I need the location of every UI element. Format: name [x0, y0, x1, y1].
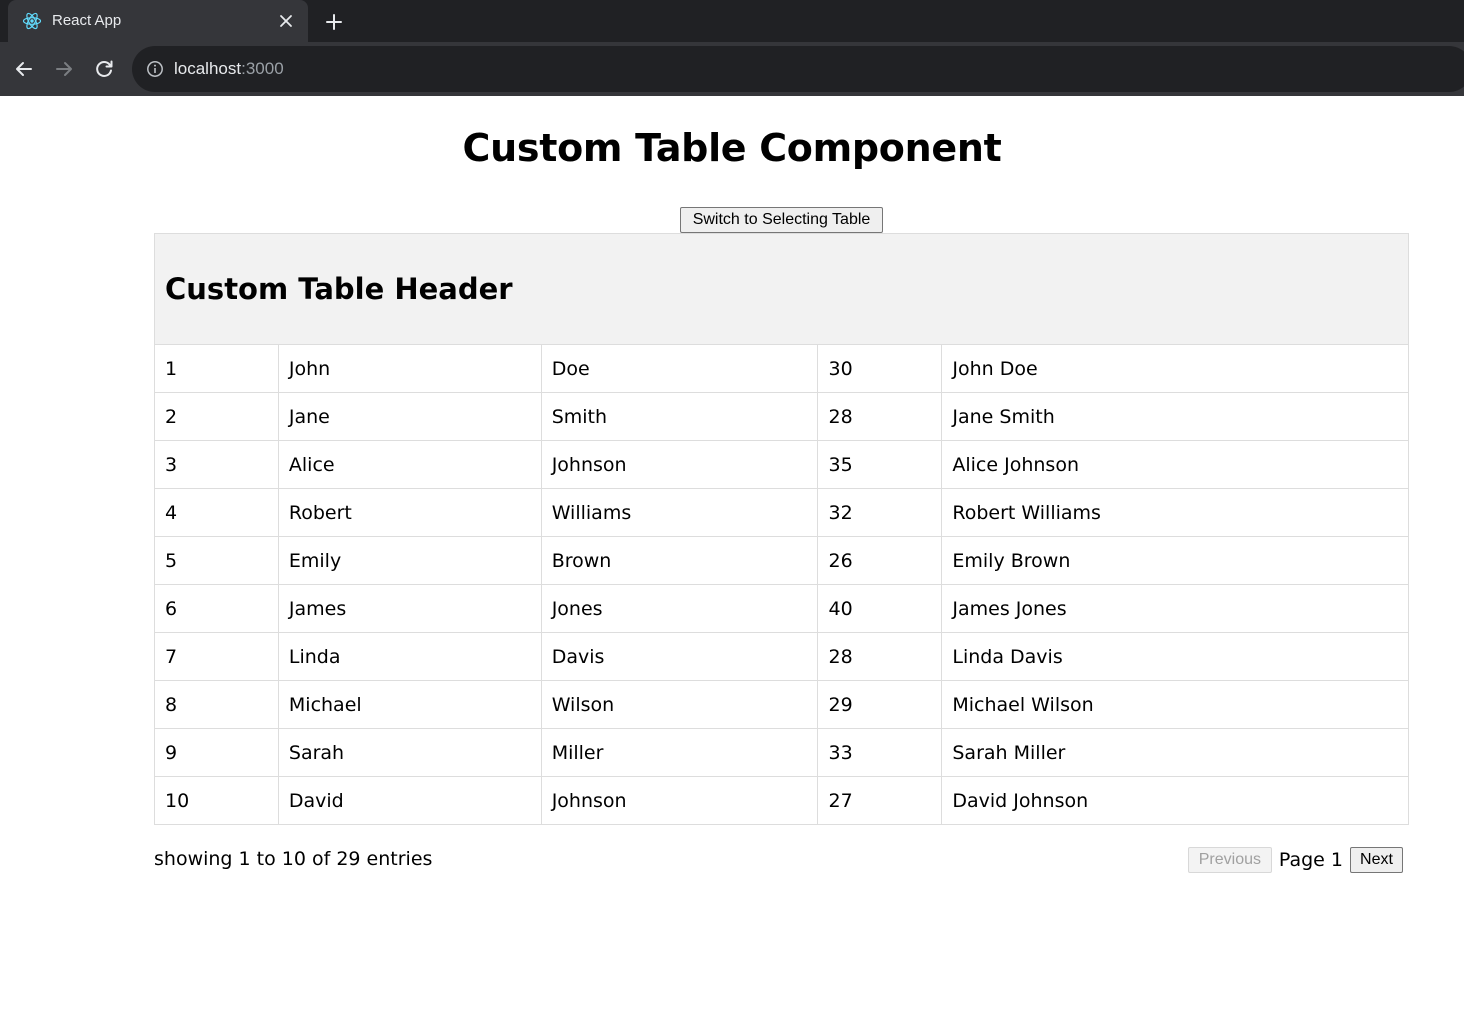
- table-row[interactable]: 4 Robert Williams 32 Robert Williams: [154, 488, 1409, 537]
- cell-full-name: Alice Johnson: [941, 440, 1409, 489]
- cell-last-name: Jones: [540, 584, 819, 633]
- cell-full-name: David Johnson: [941, 776, 1409, 825]
- cell-first-name: John: [277, 344, 542, 393]
- address-bar[interactable]: localhost:3000: [132, 46, 1464, 92]
- page-indicator: Page 1: [1278, 848, 1343, 871]
- browser-tab[interactable]: React App: [8, 0, 308, 42]
- tab-title: React App: [52, 12, 122, 29]
- cell-first-name: Alice: [277, 440, 542, 489]
- cell-first-name: James: [277, 584, 542, 633]
- url-port: :3000: [241, 59, 284, 78]
- browser-tab-bar: React App: [0, 0, 1464, 42]
- custom-table: Custom Table Header 1 John Doe 30 John D…: [154, 233, 1409, 825]
- cell-first-name: Emily: [277, 536, 542, 585]
- table-row[interactable]: 7 Linda Davis 28 Linda Davis: [154, 632, 1409, 681]
- cell-full-name: John Doe: [941, 344, 1409, 393]
- table-row[interactable]: 2 Jane Smith 28 Jane Smith: [154, 392, 1409, 441]
- cell-full-name: Jane Smith: [941, 392, 1409, 441]
- cell-age: 40: [817, 584, 943, 633]
- switch-table-button[interactable]: Switch to Selecting Table: [680, 207, 883, 233]
- cell-last-name: Davis: [540, 632, 819, 681]
- cell-id: 5: [154, 536, 279, 585]
- cell-age: 28: [817, 392, 943, 441]
- entries-info: showing 1 to 10 of 29 entries: [154, 848, 433, 870]
- reload-icon[interactable]: [92, 57, 116, 81]
- table-body: 1 John Doe 30 John Doe 2 Jane Smith 28 J…: [154, 344, 1409, 825]
- table-row[interactable]: 6 James Jones 40 James Jones: [154, 584, 1409, 633]
- cell-first-name: Robert: [277, 488, 542, 537]
- cell-id: 8: [154, 680, 279, 729]
- cell-first-name: Linda: [277, 632, 542, 681]
- close-icon[interactable]: [276, 11, 296, 31]
- cell-first-name: Jane: [277, 392, 542, 441]
- react-logo-icon: [22, 12, 42, 30]
- cell-id: 3: [154, 440, 279, 489]
- pagination: Previous Page 1 Next: [1187, 846, 1403, 873]
- browser-toolbar: localhost:3000: [0, 42, 1464, 96]
- table-header-title: Custom Table Header: [154, 233, 1409, 345]
- cell-last-name: Brown: [540, 536, 819, 585]
- plus-icon[interactable]: [322, 10, 346, 34]
- arrow-left-icon[interactable]: [12, 57, 36, 81]
- cell-last-name: Johnson: [540, 440, 819, 489]
- table-row[interactable]: 5 Emily Brown 26 Emily Brown: [154, 536, 1409, 585]
- cell-first-name: Sarah: [277, 728, 542, 777]
- url-host: localhost: [174, 59, 242, 78]
- page-title: Custom Table Component: [462, 126, 1002, 170]
- cell-id: 7: [154, 632, 279, 681]
- cell-full-name: Michael Wilson: [941, 680, 1409, 729]
- cell-last-name: Miller: [540, 728, 819, 777]
- cell-full-name: Robert Williams: [941, 488, 1409, 537]
- previous-page-button[interactable]: Previous: [1187, 846, 1272, 873]
- cell-age: 28: [817, 632, 943, 681]
- cell-full-name: Emily Brown: [941, 536, 1409, 585]
- cell-full-name: Linda Davis: [941, 632, 1409, 681]
- table-row[interactable]: 3 Alice Johnson 35 Alice Johnson: [154, 440, 1409, 489]
- url-text: localhost:3000: [174, 59, 284, 79]
- cell-last-name: Doe: [540, 344, 819, 393]
- cell-last-name: Smith: [540, 392, 819, 441]
- table-header-row: Custom Table Header: [154, 233, 1409, 345]
- cell-id: 4: [154, 488, 279, 537]
- cell-id: 9: [154, 728, 279, 777]
- cell-last-name: Williams: [540, 488, 819, 537]
- cell-first-name: David: [277, 776, 542, 825]
- cell-age: 30: [817, 344, 943, 393]
- cell-id: 1: [154, 344, 279, 393]
- cell-age: 32: [817, 488, 943, 537]
- info-icon[interactable]: [146, 60, 164, 78]
- cell-last-name: Johnson: [540, 776, 819, 825]
- table-row[interactable]: 9 Sarah Miller 33 Sarah Miller: [154, 728, 1409, 777]
- cell-first-name: Michael: [277, 680, 542, 729]
- cell-age: 33: [817, 728, 943, 777]
- next-page-button[interactable]: Next: [1350, 846, 1403, 873]
- cell-age: 35: [817, 440, 943, 489]
- arrow-right-icon[interactable]: [52, 57, 76, 81]
- cell-full-name: James Jones: [941, 584, 1409, 633]
- table-row[interactable]: 8 Michael Wilson 29 Michael Wilson: [154, 680, 1409, 729]
- table-row[interactable]: 1 John Doe 30 John Doe: [154, 344, 1409, 393]
- cell-age: 26: [817, 536, 943, 585]
- table-row[interactable]: 10 David Johnson 27 David Johnson: [154, 776, 1409, 825]
- cell-age: 29: [817, 680, 943, 729]
- cell-id: 10: [154, 776, 279, 825]
- cell-full-name: Sarah Miller: [941, 728, 1409, 777]
- cell-age: 27: [817, 776, 943, 825]
- cell-id: 2: [154, 392, 279, 441]
- cell-last-name: Wilson: [540, 680, 819, 729]
- cell-id: 6: [154, 584, 279, 633]
